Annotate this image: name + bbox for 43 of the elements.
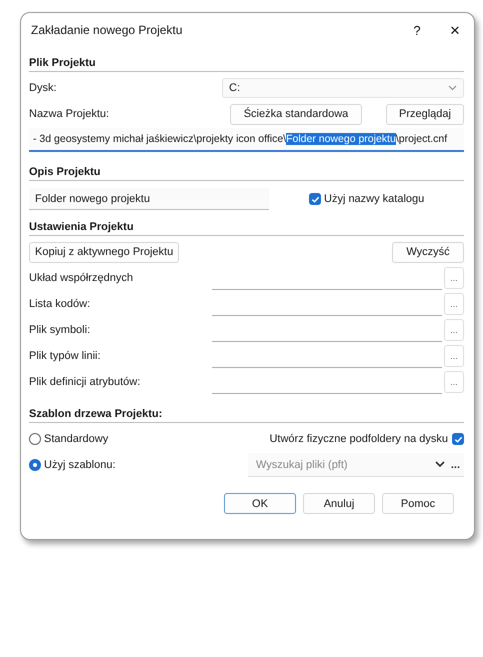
window-title: Zakładanie nowego Projektu — [31, 23, 184, 37]
radio-label: Użyj szablonu: — [44, 459, 116, 471]
field-label: Plik typów linii: — [29, 350, 102, 362]
field-label: Plik definicji atrybutów: — [29, 376, 142, 388]
checkmark-icon — [310, 194, 320, 204]
radio-label: Standardowy — [44, 433, 108, 445]
drive-dropdown[interactable]: C: — [222, 78, 464, 98]
field-label: Dysk: — [29, 82, 58, 94]
section-heading: Plik Projektu — [29, 51, 464, 72]
field-label: Plik symboli: — [29, 324, 92, 336]
field-label: Lista kodów: — [29, 298, 92, 310]
browse-button[interactable]: ... — [444, 319, 464, 341]
dialog-button[interactable]: OK — [224, 493, 296, 514]
section-heading: Ustawienia Projektu — [29, 215, 464, 236]
clear-button[interactable]: Wyczyść — [392, 242, 464, 262]
checkbox[interactable] — [309, 193, 321, 205]
chevron-down-icon — [448, 85, 457, 91]
checkbox-label: Użyj nazwy katalogu — [324, 193, 424, 205]
field-label: Nazwa Projektu: — [29, 108, 110, 120]
default-path-button[interactable]: Ścieżka standardowa — [230, 104, 362, 124]
dialog-button[interactable]: Anuluj — [303, 493, 375, 514]
chevron-down-icon — [434, 461, 445, 468]
checkbox[interactable] — [452, 433, 464, 445]
help-button[interactable]: ? — [398, 15, 436, 45]
section-heading: Szablon drzewa Projektu: — [29, 402, 464, 423]
more-button[interactable]: ... — [450, 458, 460, 470]
browse-button[interactable]: ... — [444, 293, 464, 315]
section-heading: Opis Projektu — [29, 160, 464, 181]
template-dropdown[interactable]: Wyszukaj pliki (pft) ... — [248, 453, 464, 477]
path-field[interactable]: - 3d geosystemy michał jaśkiewicz\projekty icon office\Folder nowego projektu\project.cnf — [29, 128, 464, 152]
radio-button[interactable] — [29, 459, 41, 471]
browse-button[interactable]: ... — [444, 345, 464, 367]
browse-button[interactable]: ... — [444, 267, 464, 289]
copy-button[interactable]: Kopiuj z aktywnego Projektu — [29, 242, 180, 262]
checkbox-label: Utwórz fizyczne podfoldery na dysku — [269, 433, 448, 445]
dialog-button[interactable]: Pomoc — [382, 493, 454, 514]
close-button[interactable]: ✕ — [436, 15, 474, 45]
field-label: Układ współrzędnych — [29, 272, 134, 284]
browse-button[interactable]: ... — [444, 371, 464, 393]
browse-button[interactable]: Przeglądaj — [386, 104, 464, 124]
radio-button[interactable] — [29, 433, 41, 445]
checkmark-icon — [454, 434, 462, 444]
description-field[interactable]: Folder nowego projektu — [29, 188, 269, 210]
